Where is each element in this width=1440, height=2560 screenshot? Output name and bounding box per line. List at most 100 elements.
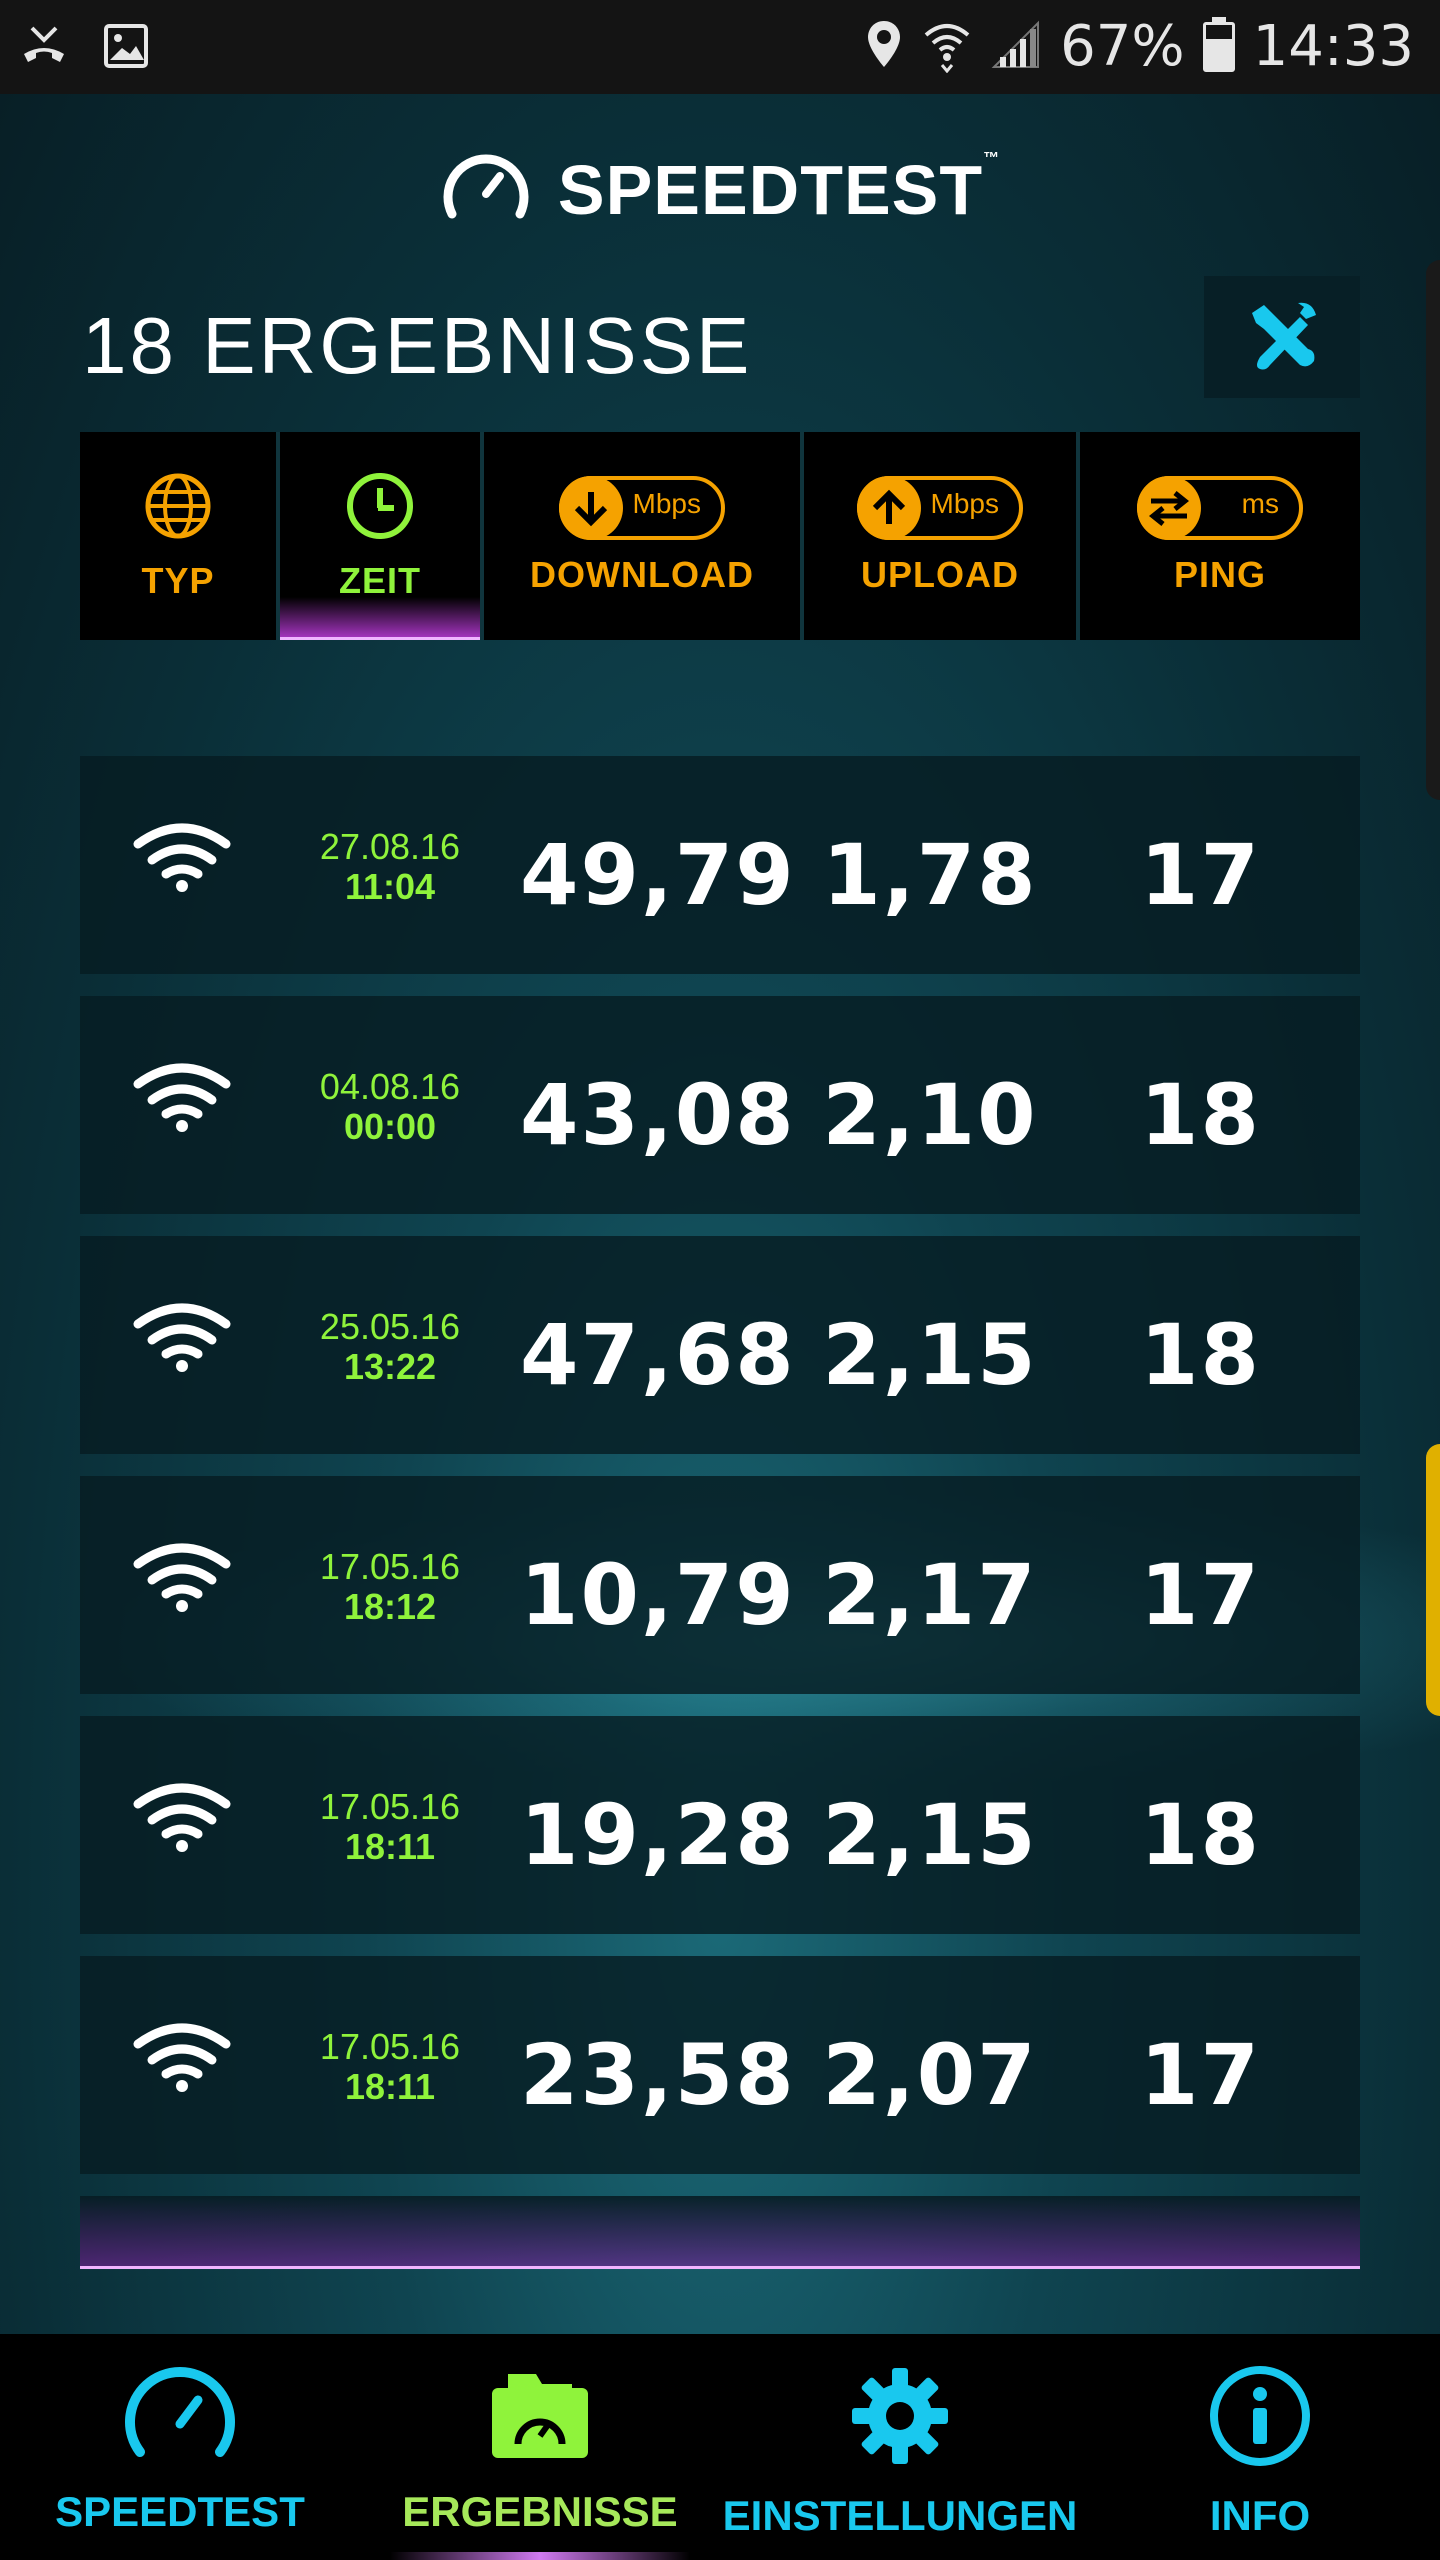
tools-icon (1242, 295, 1322, 379)
result-date: 27.08.16 (319, 826, 461, 867)
result-row[interactable]: 17.05.16 18:11 19,28 2,15 18 (80, 1716, 1360, 1934)
column-label-type: TYP (141, 560, 215, 601)
app-header: SPEEDTEST™ (0, 140, 1440, 240)
trademark: ™ (983, 150, 1001, 167)
result-download: 23,58 (520, 2026, 796, 2124)
bottom-nav: SPEEDTEST ERGEBNISSE EINSTELLUNGEN INFO (0, 2334, 1440, 2560)
globe-icon (142, 470, 214, 546)
speedometer-icon (122, 2364, 238, 2468)
nav-info[interactable]: INFO (1080, 2334, 1440, 2560)
clock-icon (344, 470, 416, 546)
wifi-icon (132, 2020, 232, 2096)
nav-results[interactable]: ERGEBNISSE (360, 2334, 720, 2560)
result-date: 25.05.16 (319, 1306, 461, 1347)
nav-label-settings: EINSTELLUNGEN (722, 2492, 1078, 2539)
nav-settings[interactable]: EINSTELLUNGEN (720, 2334, 1080, 2560)
upload-unit: Mbps (930, 488, 999, 519)
wifi-icon (132, 1060, 232, 1136)
side-panel-handle-highlight[interactable] (1426, 1444, 1440, 1716)
result-ping: 17 (1140, 826, 1261, 924)
status-bar: 67% 14:33 (0, 0, 1440, 94)
ping-unit: ms (1241, 488, 1279, 519)
result-row[interactable]: 17.05.16 18:11 23,58 2,07 17 (80, 1956, 1360, 2174)
result-date: 17.05.16 (319, 2026, 461, 2067)
battery-fill (1205, 39, 1232, 69)
battery-icon (1202, 16, 1235, 72)
status-left (18, 20, 152, 76)
column-label-upload: UPLOAD (861, 554, 1019, 595)
sort-by-download[interactable]: Mbps DOWNLOAD (484, 432, 804, 640)
column-label-ping: PING (1173, 554, 1266, 595)
wifi-icon (132, 1300, 232, 1376)
result-upload: 1,78 (822, 826, 1038, 924)
sort-by-upload[interactable]: Mbps UPLOAD (804, 432, 1080, 640)
download-unit-pill: Mbps (559, 476, 725, 540)
upload-unit-pill: Mbps (857, 476, 1023, 540)
result-ping: 18 (1140, 1786, 1261, 1884)
column-headers: TYP ZEIT Mbps DOWNLOAD Mbps UPLOAD ms PI… (80, 432, 1360, 640)
sort-by-ping[interactable]: ms PING (1080, 432, 1360, 640)
results-list: 27.08.16 11:04 49,79 1,78 17 04.08.16 00… (80, 756, 1360, 2291)
result-download: 10,79 (520, 1546, 796, 1644)
results-folder-icon (482, 2364, 598, 2468)
wifi-icon (132, 1780, 232, 1856)
nav-speedtest[interactable]: SPEEDTEST (0, 2334, 360, 2560)
result-time: 18:11 (344, 2066, 436, 2107)
info-icon (1208, 2364, 1312, 2472)
result-time: 18:12 (343, 1586, 437, 1627)
ping-arrows-icon (1137, 476, 1201, 540)
result-row[interactable]: 25.05.16 13:22 47,68 2,15 18 (80, 1236, 1360, 1454)
result-download: 19,28 (520, 1786, 796, 1884)
sort-by-time[interactable]: ZEIT (280, 432, 484, 640)
signal-icon (990, 19, 1042, 75)
wifi-icon (132, 1540, 232, 1616)
column-label-time: ZEIT (339, 560, 421, 601)
upload-arrow-icon (857, 476, 921, 540)
result-download: 49,79 (520, 826, 796, 924)
speedometer-logo-icon (440, 148, 532, 232)
result-download: 47,68 (520, 1306, 796, 1404)
ping-unit-pill: ms (1137, 476, 1303, 540)
result-upload: 2,17 (822, 1546, 1038, 1644)
result-time: 18:11 (344, 1826, 436, 1867)
result-upload: 2,15 (822, 1786, 1038, 1884)
app-title: SPEEDTEST™ (558, 150, 1000, 230)
result-time: 00:00 (343, 1106, 437, 1147)
result-ping: 18 (1140, 1066, 1261, 1164)
result-row-partial[interactable] (80, 2196, 1360, 2269)
download-arrow-icon (559, 476, 623, 540)
result-row[interactable]: 17.05.16 18:12 10,79 2,17 17 (80, 1476, 1360, 1694)
sort-by-type[interactable]: TYP (80, 432, 280, 640)
result-ping: 17 (1140, 1546, 1261, 1644)
result-ping: 17 (1140, 2026, 1261, 2124)
result-time: 13:22 (343, 1346, 437, 1387)
result-time: 11:04 (344, 866, 436, 907)
side-panel-handle[interactable] (1426, 260, 1440, 800)
result-date: 04.08.16 (319, 1066, 461, 1107)
wifi-status-icon (922, 17, 972, 77)
result-row[interactable]: 27.08.16 11:04 49,79 1,78 17 (80, 756, 1360, 974)
clock: 14:33 (1252, 14, 1414, 79)
app-title-text: SPEEDTEST (557, 151, 984, 229)
gear-icon (848, 2364, 952, 2472)
nav-label-speedtest: SPEEDTEST (55, 2488, 305, 2535)
wifi-icon (132, 820, 232, 896)
status-right: 67% 14:33 (864, 14, 1414, 79)
result-upload: 2,10 (822, 1066, 1038, 1164)
tools-button[interactable] (1204, 276, 1360, 398)
missed-call-icon (18, 20, 70, 76)
result-upload: 2,15 (822, 1306, 1038, 1404)
download-unit: Mbps (632, 488, 701, 519)
result-ping: 18 (1140, 1306, 1261, 1404)
result-row[interactable]: 04.08.16 00:00 43,08 2,10 18 (80, 996, 1360, 1214)
location-icon (864, 17, 904, 77)
battery-percent: 67% (1060, 14, 1185, 79)
results-count: 18 ERGEBNISSE (82, 301, 753, 390)
image-icon (100, 20, 152, 76)
result-download: 43,08 (520, 1066, 796, 1164)
nav-label-info: INFO (1209, 2492, 1311, 2539)
result-date: 17.05.16 (319, 1786, 461, 1827)
nav-label-results: ERGEBNISSE (402, 2488, 678, 2535)
result-upload: 2,07 (822, 2026, 1038, 2124)
result-date: 17.05.16 (319, 1546, 461, 1587)
